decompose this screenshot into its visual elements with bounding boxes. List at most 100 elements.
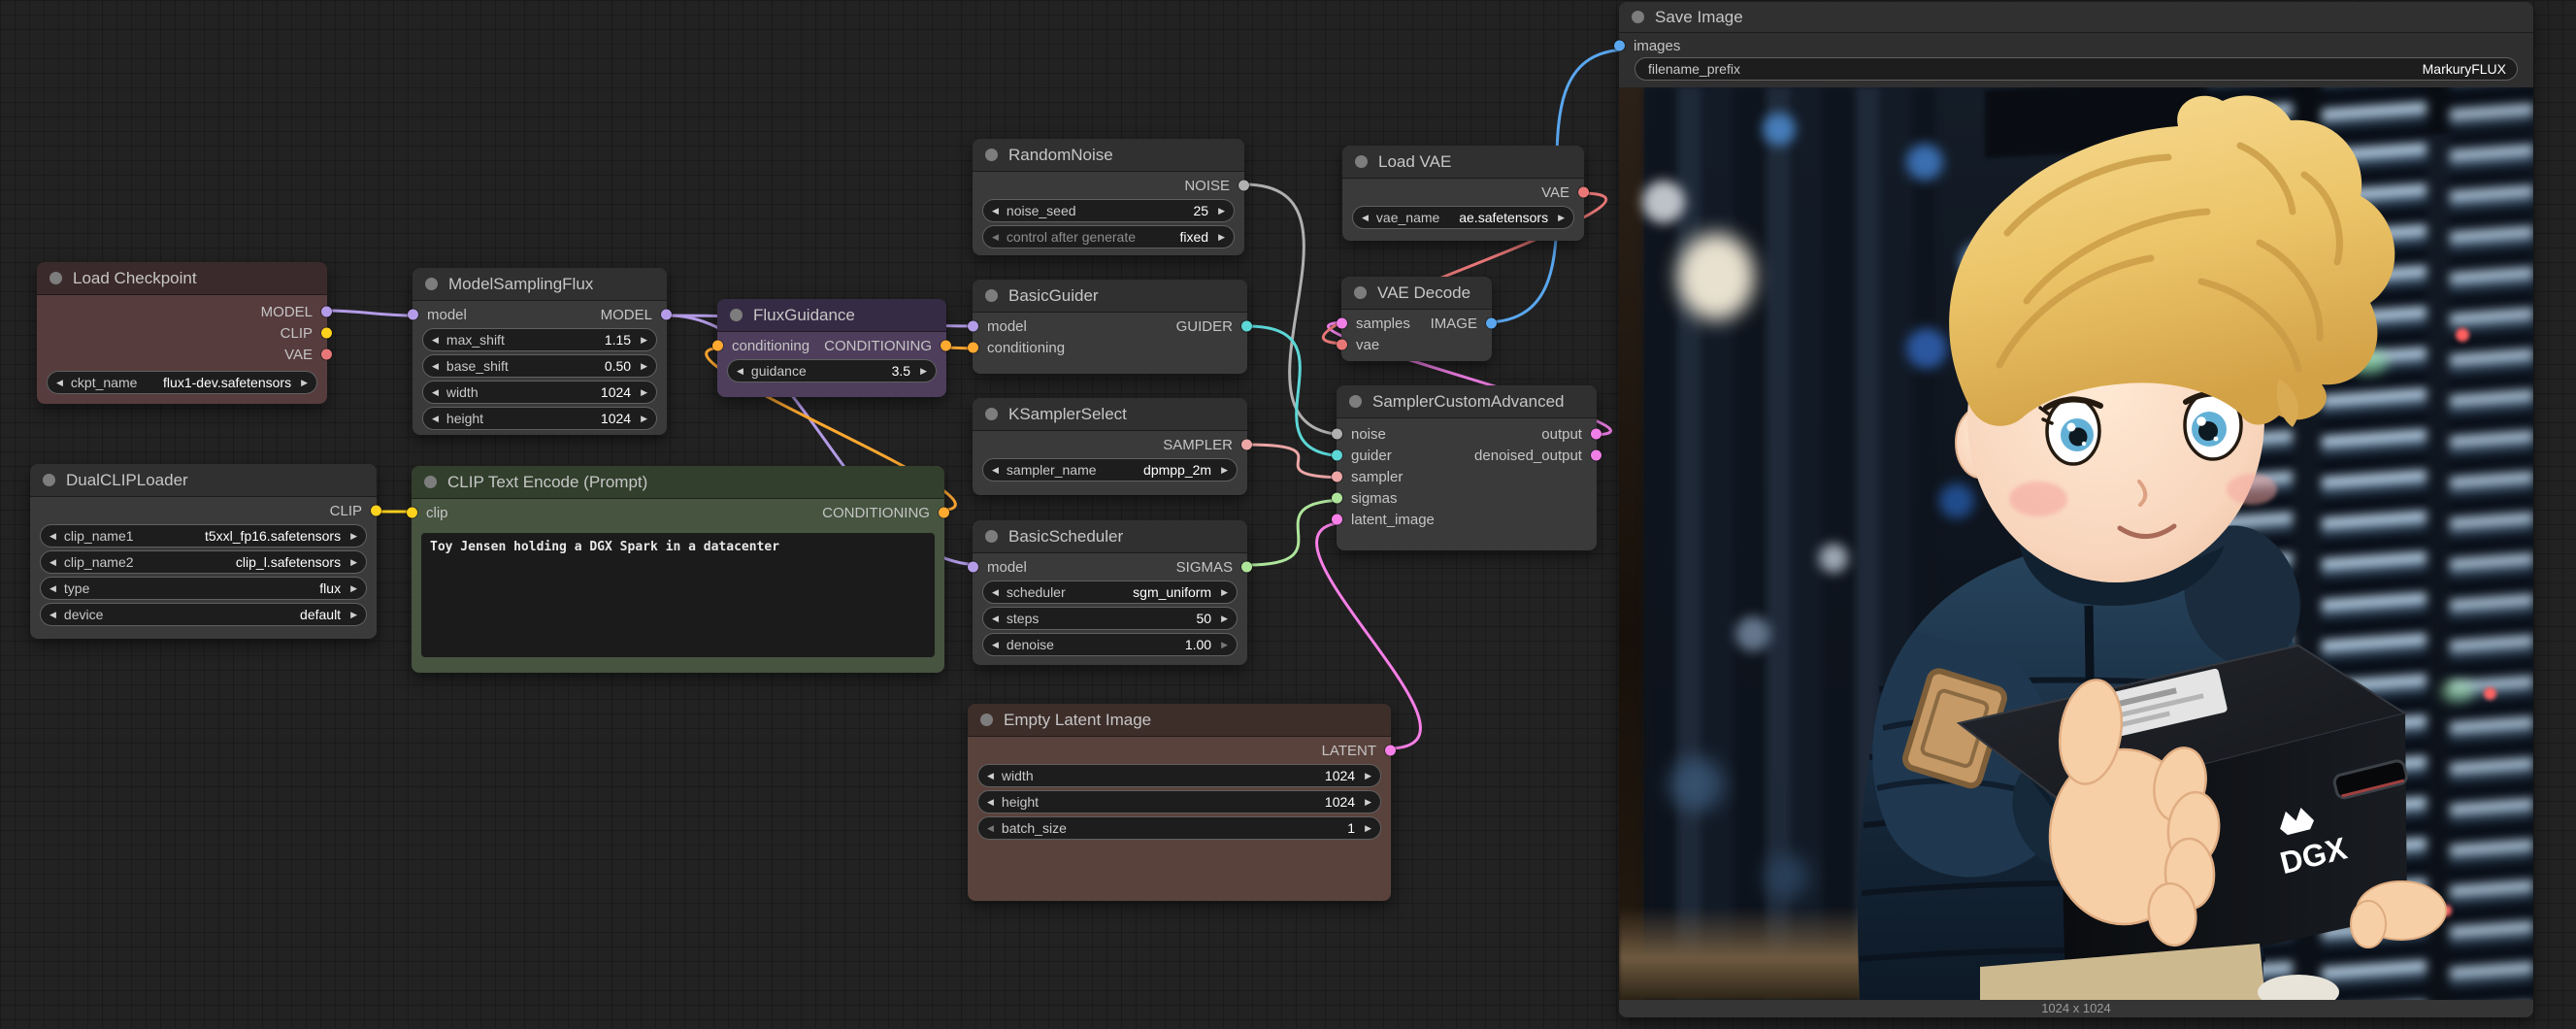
input-port-model[interactable] [968,562,978,573]
increment-arrow-icon[interactable]: ▶ [350,611,357,619]
increment-arrow-icon[interactable]: ▶ [920,367,927,376]
output-port-vae[interactable] [321,349,332,360]
collapse-dot-icon[interactable] [985,149,998,161]
width-widget[interactable]: ◀ width 1024 ▶ [977,764,1381,787]
noise-seed-widget[interactable]: ◀ noise_seed 25 ▶ [982,199,1235,222]
device-widget[interactable]: ◀ device default ▶ [40,603,367,626]
increment-arrow-icon[interactable]: ▶ [1218,233,1225,242]
collapse-dot-icon[interactable] [985,408,998,420]
input-port-conditioning[interactable] [968,343,978,353]
output-port-sampler[interactable] [1241,440,1252,450]
increment-arrow-icon[interactable]: ▶ [641,362,647,371]
output-port-denoised-output[interactable] [1591,450,1602,461]
collapse-dot-icon[interactable] [985,289,998,302]
decrement-arrow-icon[interactable]: ◀ [56,379,63,387]
collapse-dot-icon[interactable] [980,714,993,726]
increment-arrow-icon[interactable]: ▶ [301,379,308,387]
input-port-samples[interactable] [1337,318,1347,329]
decrement-arrow-icon[interactable]: ◀ [432,336,439,345]
increment-arrow-icon[interactable]: ▶ [350,584,357,593]
decrement-arrow-icon[interactable]: ◀ [432,362,439,371]
node-model-sampling-flux[interactable]: ModelSamplingFlux model MODEL ◀ max_shif… [413,268,667,435]
output-port-clip[interactable] [371,506,381,516]
input-port-latent-image[interactable] [1332,514,1342,525]
height-widget[interactable]: ◀ height 1024 ▶ [977,790,1381,813]
guidance-widget[interactable]: ◀ guidance 3.5 ▶ [727,359,937,382]
increment-arrow-icon[interactable]: ▶ [1365,772,1371,780]
input-port-vae[interactable] [1337,340,1347,350]
prompt-textarea[interactable]: Toy Jensen holding a DGX Spark in a data… [421,533,935,657]
output-port-vae[interactable] [1578,187,1589,198]
filename-prefix-widget[interactable]: filename_prefix MarkuryFLUX [1635,57,2518,81]
output-port-output[interactable] [1591,429,1602,440]
increment-arrow-icon[interactable]: ▶ [350,532,357,541]
increment-arrow-icon[interactable]: ▶ [1365,798,1371,807]
increment-arrow-icon[interactable]: ▶ [350,558,357,567]
input-port-sigmas[interactable] [1332,493,1342,504]
increment-arrow-icon[interactable]: ▶ [1221,466,1228,475]
input-port-images[interactable] [1614,41,1625,51]
decrement-arrow-icon[interactable]: ◀ [992,641,999,649]
node-clip-text-encode[interactable]: CLIP Text Encode (Prompt) clip CONDITION… [412,466,944,673]
decrement-arrow-icon[interactable]: ◀ [992,614,999,623]
output-port-noise[interactable] [1238,181,1249,191]
output-port-clip[interactable] [321,328,332,339]
output-port-model[interactable] [321,307,332,317]
input-port-clip[interactable] [407,508,417,518]
output-port-latent[interactable] [1385,746,1396,756]
width-widget[interactable]: ◀ width 1024 ▶ [422,381,657,404]
decrement-arrow-icon[interactable]: ◀ [987,798,994,807]
base-shift-widget[interactable]: ◀ base_shift 0.50 ▶ [422,354,657,378]
output-port-model[interactable] [661,310,672,320]
decrement-arrow-icon[interactable]: ◀ [992,466,999,475]
input-port-model[interactable] [968,321,978,332]
collapse-dot-icon[interactable] [1355,155,1368,168]
input-port-noise[interactable] [1332,429,1342,440]
height-widget[interactable]: ◀ height 1024 ▶ [422,407,657,430]
node-ksampler-select[interactable]: KSamplerSelect SAMPLER ◀ sampler_name dp… [973,398,1247,495]
collapse-dot-icon[interactable] [1632,11,1644,23]
ckpt-name-widget[interactable]: ◀ ckpt_name flux1-dev.safetensors ▶ [47,371,317,394]
collapse-dot-icon[interactable] [424,476,437,488]
collapse-dot-icon[interactable] [50,272,62,284]
vae-name-widget[interactable]: ◀ vae_name ae.safetensors ▶ [1352,206,1574,229]
decrement-arrow-icon[interactable]: ◀ [992,588,999,597]
node-flux-guidance[interactable]: FluxGuidance conditioning CONDITIONING ◀… [717,299,946,397]
increment-arrow-icon[interactable]: ▶ [1221,641,1228,649]
collapse-dot-icon[interactable] [1349,395,1362,408]
decrement-arrow-icon[interactable]: ◀ [987,824,994,833]
output-port-conditioning[interactable] [939,508,949,518]
decrement-arrow-icon[interactable]: ◀ [50,532,56,541]
batch-size-widget[interactable]: ◀ batch_size 1 ▶ [977,816,1381,840]
output-port-conditioning[interactable] [941,341,951,351]
collapse-dot-icon[interactable] [730,309,743,321]
decrement-arrow-icon[interactable]: ◀ [992,207,999,216]
decrement-arrow-icon[interactable]: ◀ [50,584,56,593]
scheduler-widget[interactable]: ◀ scheduler sgm_uniform ▶ [982,581,1238,604]
node-sampler-custom-advanced[interactable]: SamplerCustomAdvanced noise output guide… [1337,385,1597,550]
node-basic-scheduler[interactable]: BasicScheduler model SIGMAS ◀ scheduler … [973,520,1247,665]
decrement-arrow-icon[interactable]: ◀ [50,611,56,619]
node-header[interactable]: Load Checkpoint [37,262,327,295]
output-port-sigmas[interactable] [1241,562,1252,573]
decrement-arrow-icon[interactable]: ◀ [992,233,999,242]
increment-arrow-icon[interactable]: ▶ [641,388,647,397]
max-shift-widget[interactable]: ◀ max_shift 1.15 ▶ [422,328,657,351]
output-port-guider[interactable] [1241,321,1252,332]
increment-arrow-icon[interactable]: ▶ [1365,824,1371,833]
decrement-arrow-icon[interactable]: ◀ [432,388,439,397]
denoise-widget[interactable]: ◀ denoise 1.00 ▶ [982,633,1238,656]
increment-arrow-icon[interactable]: ▶ [1221,588,1228,597]
node-save-image[interactable]: Save Image images filename_prefix Markur… [1619,2,2533,1017]
node-basic-guider[interactable]: BasicGuider model GUIDER conditioning [973,280,1247,374]
input-port-conditioning[interactable] [712,341,723,351]
sampler-name-widget[interactable]: ◀ sampler_name dpmpp_2m ▶ [982,458,1238,481]
input-port-sampler[interactable] [1332,472,1342,482]
decrement-arrow-icon[interactable]: ◀ [50,558,56,567]
clip-name2-widget[interactable]: ◀ clip_name2 clip_l.safetensors ▶ [40,550,367,574]
node-graph-canvas[interactable]: Load Checkpoint MODEL CLIP VAE ◀ ckpt_na… [0,0,2576,1029]
node-vae-decode[interactable]: VAE Decode samples IMAGE vae [1341,277,1492,361]
input-port-model[interactable] [408,310,418,320]
collapse-dot-icon[interactable] [985,530,998,543]
node-empty-latent-image[interactable]: Empty Latent Image LATENT ◀ width 1024 ▶… [968,704,1391,901]
